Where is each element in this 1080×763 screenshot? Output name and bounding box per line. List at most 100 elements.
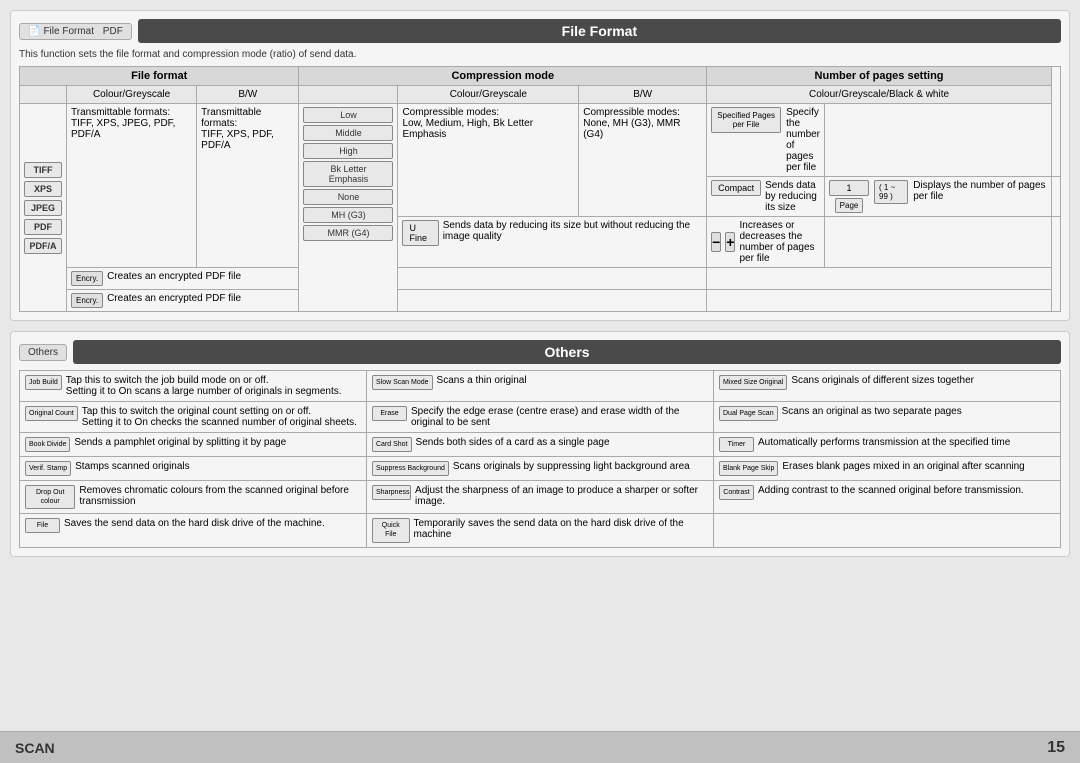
trans-colour-cell: Transmittable formats:TIFF, XPS, JPEG, P… (67, 104, 197, 268)
jobbuild-item: Job Build Tap this to switch the job bui… (25, 375, 361, 397)
others-cell-dropout: Drop Out colour Removes chromatic colour… (20, 481, 367, 514)
bottom-bar: SCAN 15 (0, 731, 1080, 763)
page-num-display: 1 (829, 180, 869, 196)
trans-bw-text: Transmittable formats:TIFF, XPS, PDF, PD… (201, 107, 294, 151)
contrast-desc: Adding contrast to the scanned original … (758, 485, 1024, 496)
compact-btn[interactable]: Compact (711, 180, 761, 196)
jobbuild-btn[interactable]: Job Build (25, 375, 62, 390)
verifstamp-item: Verif. Stamp Stamps scanned originals (25, 461, 361, 476)
pages-desc3: Increases or decreases the number of pag… (739, 220, 820, 264)
compress-none[interactable]: None (303, 189, 393, 205)
compress-mh[interactable]: MH (G3) (303, 207, 393, 223)
verifstamp-btn[interactable]: Verif. Stamp (25, 461, 71, 476)
pages-desc2: Displays the number of pages per file (913, 180, 1047, 202)
others-cell-quickfile: Quick File Temporarily saves the send da… (367, 514, 714, 547)
sharpness-desc: Adjust the sharpness of an image to prod… (415, 485, 708, 507)
others-header: Others Others (19, 340, 1061, 364)
blankpageskip-btn[interactable]: Blank Page Skip (719, 461, 778, 476)
encry-pages-extra (707, 268, 1052, 290)
compact-cell: Compact Sends data by reducing its size (707, 177, 825, 217)
plus-btn[interactable]: + (725, 232, 735, 252)
pages-right-bot (825, 217, 1052, 268)
bw-pages-extra (707, 290, 1052, 312)
sharpness-btn[interactable]: Sharpness (372, 485, 411, 500)
bookdivide-desc: Sends a pamphlet original by splitting i… (74, 437, 286, 448)
file-btn[interactable]: File (25, 518, 60, 533)
file-format-section: 📄 File Format PDF File Format This funct… (10, 10, 1070, 321)
others-cell-origcount: Original Count Tap this to switch the or… (20, 402, 367, 433)
col-file-format: File format (20, 67, 299, 86)
compress-middle[interactable]: Middle (303, 125, 393, 141)
encry-bw-btn[interactable]: Encry. (71, 293, 103, 308)
pages-right-mid (1051, 177, 1060, 217)
jpeg-btn[interactable]: JPEG (24, 200, 62, 216)
encry-colour: Encry. Creates an encrypted PDF file (71, 271, 294, 286)
dropout-btn[interactable]: Drop Out colour (25, 485, 75, 509)
encry-bw: Encry. Creates an encrypted PDF file (71, 293, 294, 308)
compress-high[interactable]: High (303, 143, 393, 159)
contrast-btn[interactable]: Contrast (719, 485, 754, 500)
timer-btn[interactable]: Timer (719, 437, 754, 452)
file-item: File Saves the send data on the hard dis… (25, 518, 361, 533)
ufine-row: U Fine Sends data by reducing its size b… (402, 220, 702, 246)
ufine-btn[interactable]: U Fine (402, 220, 438, 246)
specified-pages-btn[interactable]: Specified Pages per File (711, 107, 781, 133)
others-cell-dualpagescan: Dual Page Scan Scans an original as two … (714, 402, 1061, 433)
bookdivide-btn[interactable]: Book Divide (25, 437, 70, 452)
compress-low[interactable]: Low (303, 107, 393, 123)
plusminus-row: − + Increases or decreases the number of… (711, 220, 820, 264)
ufine-desc: Sends data by reducing its size but with… (443, 220, 702, 242)
table-row: Drop Out colour Removes chromatic colour… (20, 481, 1061, 514)
file-icon: 📄 (28, 26, 40, 37)
others-cell-bookdivide: Book Divide Sends a pamphlet original by… (20, 433, 367, 457)
sub-bw2: B/W (579, 86, 707, 104)
compress-bk[interactable]: Bk Letter Emphasis (303, 161, 393, 187)
pdf-btn[interactable]: PDF (24, 219, 62, 235)
quickfile-btn[interactable]: Quick File (372, 518, 410, 542)
others-tab[interactable]: Others (19, 344, 67, 361)
dualpagescan-desc: Scans an original as two separate pages (782, 406, 962, 417)
page: 📄 File Format PDF File Format This funct… (0, 0, 1080, 763)
compress-bw-desc: Compressible modes:None, MH (G3), MMR (G… (583, 107, 702, 140)
cardshot-item: Card Shot Sends both sides of a card as … (372, 437, 708, 452)
compress-modes-cell: Low Middle High Bk Letter Emphasis None … (299, 104, 398, 312)
compress-mmr[interactable]: MMR (G4) (303, 225, 393, 241)
compress-list: Low Middle High Bk Letter Emphasis None … (303, 107, 393, 241)
suppressbg-btn[interactable]: Suppress Background (372, 461, 449, 476)
format-icons-cell: TIFF XPS JPEG PDF PDF/A (20, 104, 67, 312)
file-format-title: File Format (138, 19, 1061, 43)
suppressbg-desc: Scans originals by suppressing light bac… (453, 461, 690, 472)
others-cell-contrast: Contrast Adding contrast to the scanned … (714, 481, 1061, 514)
scan-label: SCAN (15, 740, 55, 756)
xps-btn[interactable]: XPS (24, 181, 62, 197)
minus-btn[interactable]: − (711, 232, 721, 252)
bookdivide-item: Book Divide Sends a pamphlet original by… (25, 437, 361, 452)
slowscan-item: Slow Scan Mode Scans a thin original (372, 375, 708, 390)
mixedsize-item: Mixed Size Original Scans originals of d… (719, 375, 1055, 390)
others-table: Job Build Tap this to switch the job bui… (19, 370, 1061, 548)
cardshot-btn[interactable]: Card Shot (372, 437, 412, 452)
contrast-item: Contrast Adding contrast to the scanned … (719, 485, 1055, 500)
mixedsize-btn[interactable]: Mixed Size Original (719, 375, 787, 390)
compress-colour-desc-cell: Compressible modes:Low, Medium, High, Bk… (398, 104, 579, 217)
others-cell-empty (714, 514, 1061, 547)
tiff-btn[interactable]: TIFF (24, 162, 62, 178)
origcount-desc: Tap this to switch the original count se… (82, 406, 357, 428)
pdfa-btn[interactable]: PDF/A (24, 238, 62, 254)
encry-colour-btn[interactable]: Encry. (71, 271, 103, 286)
erase-btn[interactable]: Erase (372, 406, 407, 421)
sharpness-item: Sharpness Adjust the sharpness of an ima… (372, 485, 708, 507)
others-cell-mixedsize: Mixed Size Original Scans originals of d… (714, 371, 1061, 402)
verifstamp-desc: Stamps scanned originals (75, 461, 190, 472)
file-format-tab[interactable]: 📄 File Format PDF (19, 23, 132, 40)
slowscan-btn[interactable]: Slow Scan Mode (372, 375, 433, 390)
dualpagescan-btn[interactable]: Dual Page Scan (719, 406, 778, 421)
others-cell-sharpness: Sharpness Adjust the sharpness of an ima… (367, 481, 714, 514)
origcount-item: Original Count Tap this to switch the or… (25, 406, 361, 428)
others-cell-verifstamp: Verif. Stamp Stamps scanned originals (20, 457, 367, 481)
origcount-btn[interactable]: Original Count (25, 406, 78, 421)
table-row: Job Build Tap this to switch the job bui… (20, 371, 1061, 402)
format-icons: TIFF XPS JPEG PDF PDF/A (24, 162, 62, 254)
pages-icon-row: Specified Pages per File Specify the num… (711, 107, 820, 173)
sub-colour-bw-white: Colour/Greyscale/Black & white (707, 86, 1052, 104)
